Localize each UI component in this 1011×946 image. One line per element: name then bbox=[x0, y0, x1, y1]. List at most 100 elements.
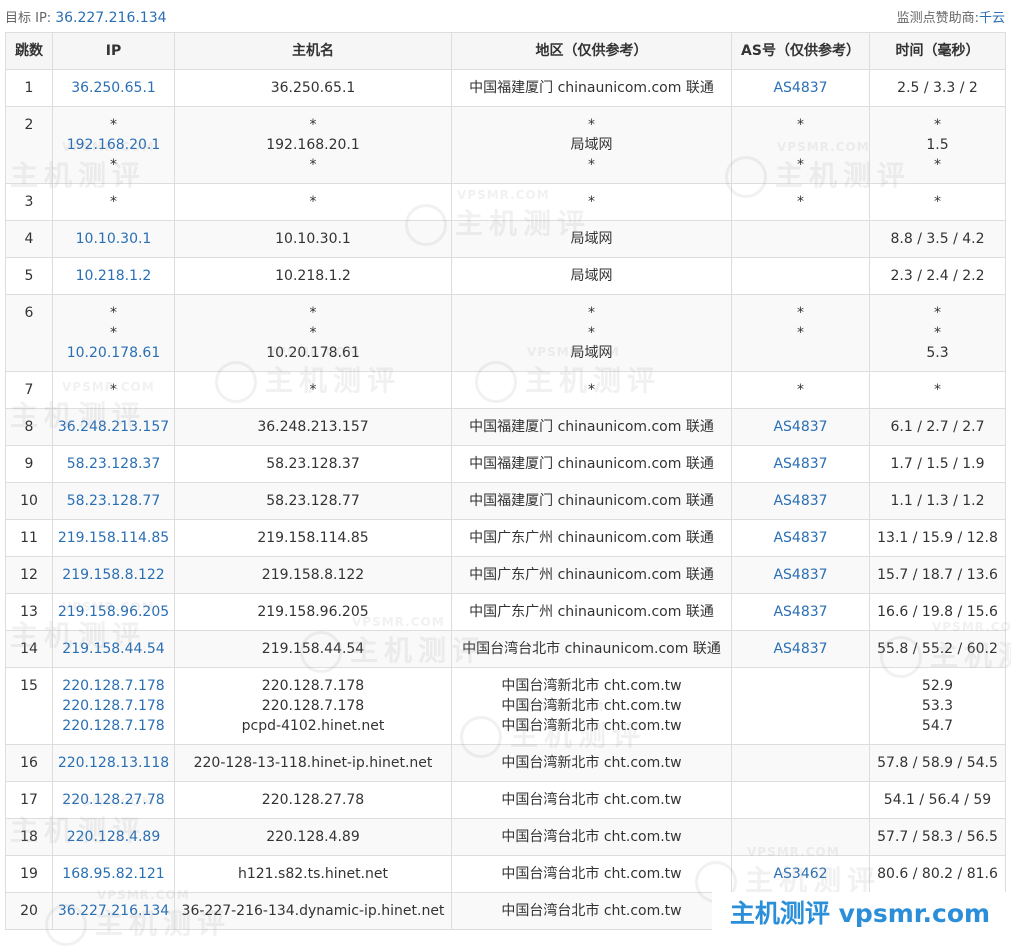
ip-value: * bbox=[110, 117, 117, 133]
time-value: 54.1 / 56.4 / 59 bbox=[883, 792, 992, 808]
ip-cell: * 192.168.20.1 * bbox=[52, 106, 175, 184]
ip-value: * bbox=[110, 325, 117, 341]
ip-cell: * bbox=[52, 183, 175, 221]
ip-cell: 220.128.4.89 bbox=[52, 818, 175, 856]
host-value: * bbox=[309, 117, 317, 133]
asn-cell: AS4837 bbox=[731, 519, 870, 557]
hop-number: 7 bbox=[24, 382, 34, 398]
asn-value: ​ bbox=[733, 790, 869, 810]
asn-value: * bbox=[797, 117, 804, 133]
host-value: 220-128-13-118.hinet-ip.hinet.net bbox=[193, 755, 433, 771]
asn-value[interactable]: AS4837 bbox=[733, 454, 869, 474]
hop-number: 3 bbox=[24, 194, 34, 210]
time-cell: 8.8 / 3.5 / 4.2 bbox=[869, 220, 1006, 258]
region-value: 中国台湾新北市 cht.com.tw bbox=[501, 678, 682, 694]
hostname-cell: 58.23.128.37 bbox=[174, 445, 452, 483]
time-value: * bbox=[934, 194, 941, 210]
target-ip-link[interactable]: 36.227.216.134 bbox=[55, 10, 166, 26]
region-cell: 中国福建厦门 chinaunicom.com 联通 bbox=[451, 69, 732, 107]
region-cell: * * 局域网 bbox=[451, 294, 732, 372]
ip-value[interactable]: 10.218.1.2 bbox=[54, 266, 174, 286]
hop-cell: 2 bbox=[5, 106, 53, 184]
ip-value: * bbox=[110, 305, 117, 321]
time-value: 2.3 / 2.4 / 2.2 bbox=[890, 268, 985, 284]
host-value: 220.128.7.178 bbox=[261, 698, 365, 714]
asn-value: ​ bbox=[733, 753, 869, 773]
time-value: 6.1 / 2.7 / 2.7 bbox=[890, 419, 985, 435]
sponsor-link[interactable]: 千云 bbox=[979, 11, 1005, 26]
time-cell: 15.7 / 18.7 / 13.6 bbox=[869, 556, 1006, 594]
ip-value[interactable]: 219.158.114.85 bbox=[54, 528, 174, 548]
time-cell: 80.6 / 80.2 / 81.6 bbox=[869, 855, 1006, 893]
table-row: 3 * * * * * bbox=[5, 183, 1006, 221]
asn-value[interactable]: AS4837 bbox=[733, 602, 869, 622]
table-row: 18 220.128.4.89 220.128.4.89 中国台湾台北市 cht.co… bbox=[5, 818, 1006, 856]
host-value: 10.10.30.1 bbox=[275, 231, 351, 247]
ip-value[interactable]: 36.250.65.1 bbox=[54, 78, 174, 98]
ip-cell: 10.10.30.1 bbox=[52, 220, 175, 258]
host-value: 36.248.213.157 bbox=[257, 419, 369, 435]
ip-value[interactable]: 192.168.20.1 bbox=[54, 135, 174, 155]
hop-cell: 15 bbox=[5, 667, 53, 745]
table-row: 4 10.10.30.1 10.10.30.1 局域网 ​ 8.8 / 3.5 / 4.2 bbox=[5, 220, 1006, 258]
asn-value[interactable]: AS3462 bbox=[733, 864, 869, 884]
asn-cell: AS4837 bbox=[731, 69, 870, 107]
ip-value[interactable]: 220.128.13.118 bbox=[54, 753, 174, 773]
hop-cell: 14 bbox=[5, 630, 53, 668]
asn-value[interactable]: AS4837 bbox=[733, 528, 869, 548]
region-cell: 中国广东广州 chinaunicom.com 联通 bbox=[451, 556, 732, 594]
ip-value[interactable]: 219.158.44.54 bbox=[54, 639, 174, 659]
ip-value[interactable]: 10.20.178.61 bbox=[54, 343, 174, 363]
region-value: 局域网 bbox=[570, 268, 613, 284]
asn-cell: * bbox=[731, 371, 870, 409]
traceroute-rows: 1 36.250.65.1 36.250.65.1 中国福建厦门 chinaunico… bbox=[5, 69, 1006, 930]
asn-cell: AS3462 bbox=[731, 855, 870, 893]
region-cell: 中国台湾台北市 cht.com.tw bbox=[451, 818, 732, 856]
time-cell: 1.1 / 1.3 / 1.2 bbox=[869, 482, 1006, 520]
time-value: 57.8 / 58.9 / 54.5 bbox=[877, 755, 998, 771]
hop-number: 1 bbox=[24, 80, 34, 96]
time-cell: 2.3 / 2.4 / 2.2 bbox=[869, 257, 1006, 295]
hop-number: 20 bbox=[20, 903, 38, 919]
hop-cell: 1 bbox=[5, 69, 53, 107]
asn-value[interactable]: AS4837 bbox=[733, 565, 869, 585]
region-value: 中国广东广州 chinaunicom.com 联通 bbox=[469, 604, 714, 620]
hop-number: 15 bbox=[20, 678, 38, 694]
host-value: 10.20.178.61 bbox=[266, 345, 360, 361]
ip-value[interactable]: 168.95.82.121 bbox=[54, 864, 174, 884]
asn-value[interactable]: AS4837 bbox=[733, 78, 869, 98]
ip-value[interactable]: 219.158.96.205 bbox=[54, 602, 174, 622]
hop-number: 2 bbox=[24, 117, 34, 133]
region-cell: * 局域网 * bbox=[451, 106, 732, 184]
hop-number: 8 bbox=[24, 419, 34, 435]
ip-value[interactable]: 58.23.128.77 bbox=[54, 491, 174, 511]
ip-value[interactable]: 36.227.216.134 bbox=[54, 901, 174, 921]
ip-value[interactable]: 220.128.7.178 bbox=[54, 676, 174, 696]
region-value: 中国台湾台北市 cht.com.tw bbox=[501, 792, 682, 808]
column-header-hop: 跳数 bbox=[5, 32, 53, 70]
time-value: 16.6 / 19.8 / 15.6 bbox=[877, 604, 998, 620]
host-value: 192.168.20.1 bbox=[266, 137, 360, 153]
ip-cell: 219.158.8.122 bbox=[52, 556, 175, 594]
asn-value[interactable]: AS4837 bbox=[733, 491, 869, 511]
ip-value[interactable]: 219.158.8.122 bbox=[54, 565, 174, 585]
asn-value[interactable]: AS4837 bbox=[733, 417, 869, 437]
ip-value[interactable]: 58.23.128.37 bbox=[54, 454, 174, 474]
region-cell: 中国台湾台北市 cht.com.tw bbox=[451, 855, 732, 893]
hostname-cell: 10.218.1.2 bbox=[174, 257, 452, 295]
ip-value[interactable]: 220.128.4.89 bbox=[54, 827, 174, 847]
asn-cell: ​ bbox=[731, 781, 870, 819]
ip-value[interactable]: 220.128.7.178 bbox=[54, 696, 174, 716]
asn-cell: ​ bbox=[731, 818, 870, 856]
ip-value[interactable]: 220.128.27.78 bbox=[54, 790, 174, 810]
ip-value[interactable]: 36.248.213.157 bbox=[54, 417, 174, 437]
host-value: 220.128.7.178 bbox=[261, 678, 365, 694]
time-cell: 52.9 53.3 54.7 bbox=[869, 667, 1006, 745]
region-value: 中国台湾台北市 cht.com.tw bbox=[501, 903, 682, 919]
asn-value: ​ bbox=[733, 676, 869, 696]
ip-value[interactable]: 220.128.7.178 bbox=[54, 716, 174, 736]
hop-number: 6 bbox=[24, 305, 34, 321]
region-value: 中国福建厦门 chinaunicom.com 联通 bbox=[469, 493, 714, 509]
ip-value[interactable]: 10.10.30.1 bbox=[54, 229, 174, 249]
asn-value[interactable]: AS4837 bbox=[733, 639, 869, 659]
